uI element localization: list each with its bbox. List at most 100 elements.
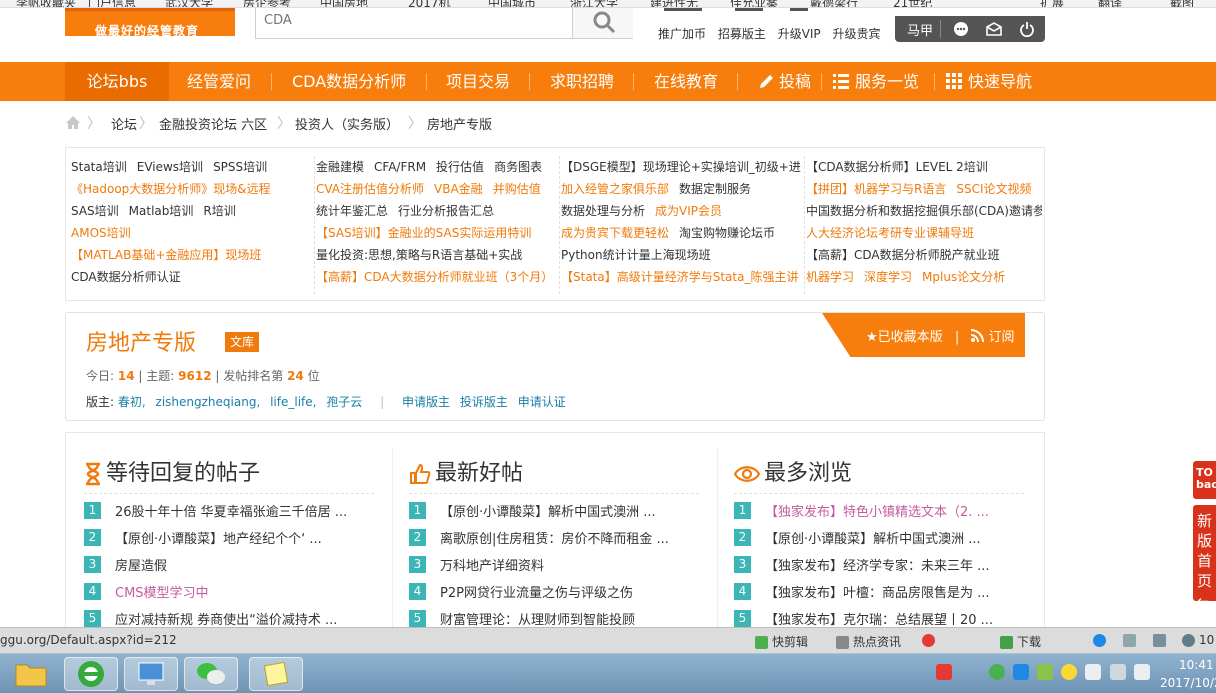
ad-link[interactable]: CFA/FRM — [374, 160, 426, 174]
ad-link[interactable]: CDA数据分析师认证 — [71, 270, 181, 284]
post-title-link[interactable]: 财富管理论：从理财师到智能投顾 — [440, 613, 635, 628]
list-item[interactable]: 2 【原创·小谭酸菜】解析中国式澳洲 ... — [734, 528, 1034, 548]
list-item[interactable]: 5 应对减持新规 券商使出“溢价减持术 ... — [84, 609, 384, 629]
list-item[interactable]: 4 【独家发布】叶檀：商品房限售是为 ... — [734, 582, 1034, 602]
post-title-link[interactable]: 26股十年十倍 华夏幸福张逾三千倍居 ... — [115, 505, 347, 520]
upgrade-vip-link[interactable]: 升级VIP — [778, 27, 821, 41]
sogou-icon[interactable] — [936, 664, 952, 680]
ad-link[interactable]: SSCI论文视频 — [956, 182, 1031, 196]
ad-link[interactable]: SPSS培训 — [213, 160, 267, 174]
control-panel-button[interactable] — [124, 657, 178, 691]
search-button[interactable] — [572, 8, 633, 38]
moderator-link[interactable]: life_life, — [270, 395, 316, 409]
bookmark-item[interactable]: 佳允业案 — [730, 0, 778, 7]
ad-link[interactable]: 成为VIP会员 — [655, 204, 722, 218]
bookmark-item[interactable]: 浙江大学 — [570, 0, 618, 7]
complain-moderator-link[interactable]: 投诉版主 — [460, 395, 508, 409]
post-title-link[interactable]: 房屋造假 — [115, 559, 167, 574]
ad-link[interactable]: 深度学习 — [864, 270, 912, 284]
post-title-link[interactable]: 【独家发布】特色小镇精选文本（2. ... — [765, 505, 989, 520]
list-item[interactable]: 4 P2P网贷行业流量之伤与评级之伤 — [409, 582, 709, 602]
list-item[interactable]: 5 【独家发布】克尔瑞：总结展望丨20 ... — [734, 609, 1034, 629]
bookmark-item[interactable]: 戴德梁行 — [810, 0, 858, 7]
bookmark-item[interactable]: 门户信息 — [88, 0, 136, 7]
ad-link[interactable]: Mplus论文分析 — [922, 270, 1005, 284]
power-icon[interactable] — [1019, 21, 1035, 37]
mail-icon[interactable] — [986, 21, 1002, 37]
bookmark-item[interactable]: 中国城市 — [488, 0, 536, 7]
upgrade-guest-link[interactable]: 升级贵宾 — [833, 27, 881, 41]
post-title-link[interactable]: 【独家发布】克尔瑞：总结展望丨20 ... — [765, 613, 993, 628]
ad-link[interactable]: 【CDA数据分析师】LEVEL 2培训 — [806, 160, 988, 174]
bookmark-item[interactable]: 2017机 — [408, 0, 451, 7]
ad-link[interactable]: Stata培训 — [71, 160, 127, 174]
bookmark-item[interactable]: 翻译 — [1098, 0, 1122, 7]
list-item[interactable]: 1 【原创·小谭酸菜】解析中国式澳洲 ... — [409, 501, 709, 521]
ad-link[interactable]: 【高薪】CDA大数据分析师就业班（3个月） — [316, 270, 553, 284]
bookmark-item[interactable]: 李帆收藏夹 — [16, 0, 76, 7]
clock-time[interactable]: 10:41 — [1179, 658, 1214, 672]
ad-link[interactable]: EViews培训 — [137, 160, 203, 174]
moderator-link[interactable]: zishengzheqiang, — [156, 395, 261, 409]
bookmark-item[interactable]: 截图 — [1170, 0, 1194, 7]
post-title-link[interactable]: 应对减持新规 券商使出“溢价减持术 ... — [115, 613, 337, 628]
window-icon[interactable] — [1123, 633, 1140, 647]
volume-icon[interactable] — [1153, 633, 1170, 647]
wechat-tray-icon[interactable] — [989, 664, 1005, 680]
site-logo[interactable]: 做最好的经管教育 — [65, 8, 235, 38]
post-title-link[interactable]: CMS模型学习中 — [115, 586, 209, 601]
ad-link[interactable]: 【Stata】高级计量经济学与Stata_陈强主讲 — [561, 270, 798, 284]
ad-link[interactable]: 投行估值 — [436, 160, 484, 174]
ad-link[interactable]: 【MATLAB基础+金融应用】现场班 — [71, 248, 261, 262]
download-button[interactable]: 下载 — [1000, 633, 1041, 650]
bookmark-item[interactable]: 武汉大学 — [165, 0, 213, 7]
bookmark-item[interactable]: 房企参考 — [243, 0, 291, 7]
recruit-mod-link[interactable]: 招募版主 — [718, 27, 766, 41]
post-title-link[interactable]: 【独家发布】经济学专家：未来三年 ... — [765, 559, 990, 574]
post-title-link[interactable]: P2P网贷行业流量之伤与评级之伤 — [440, 586, 633, 601]
ad-link[interactable]: 并购估值 — [493, 182, 541, 196]
ad-link[interactable]: CVA注册估值分析师 — [316, 182, 424, 196]
nav-item-cda[interactable]: CDA数据分析师 — [292, 62, 406, 101]
ad-link[interactable]: 《Hadoop大数据分析师》现场&远程 — [71, 182, 271, 196]
nav-item-trade[interactable]: 项目交易 — [446, 62, 510, 101]
usb-icon[interactable] — [1085, 664, 1101, 680]
hot-news-button[interactable]: 热点资讯 — [836, 633, 901, 650]
ad-link[interactable]: 统计年鉴汇总 — [316, 204, 388, 218]
subscribe-button[interactable]: 订阅 — [988, 330, 1014, 345]
nav-item-education[interactable]: 在线教育 — [654, 62, 718, 101]
apply-moderator-link[interactable]: 申请版主 — [402, 395, 450, 409]
ie-icon[interactable] — [1093, 633, 1110, 647]
breadcrumb-forum[interactable]: 论坛 — [111, 114, 137, 133]
nav-item-submit[interactable]: 投稿 — [758, 62, 811, 101]
ad-link[interactable]: 【SAS培训】金融业的SAS实际运用特训 — [316, 226, 531, 240]
library-badge[interactable]: 文库 — [225, 332, 260, 352]
list-item[interactable]: 2 【原创·小谭酸菜】地产经纪个个‘ ... — [84, 528, 384, 548]
file-explorer-button[interactable] — [4, 657, 58, 691]
home-icon[interactable] — [65, 115, 81, 130]
post-title-link[interactable]: 【原创·小谭酸菜】地产经纪个个‘ ... — [115, 532, 322, 547]
nav-item-ask[interactable]: 经管爱问 — [187, 62, 251, 101]
ad-link[interactable]: 中国数据分析和数据挖掘俱乐部(CDA)邀请参 — [806, 204, 1042, 218]
ad-link[interactable]: 【高薪】CDA数据分析师脱产就业班 — [806, 248, 1000, 262]
ad-link[interactable]: 淘宝购物赚论坛币 — [679, 226, 775, 240]
ad-link[interactable]: 数据定制服务 — [679, 182, 751, 196]
ad-link[interactable]: VBA金融 — [434, 182, 483, 196]
ad-link[interactable]: 商务图表 — [494, 160, 542, 174]
ad-link[interactable]: Matlab培训 — [129, 204, 194, 218]
clock-date[interactable]: 2017/10/2 — [1160, 676, 1216, 690]
ad-link[interactable]: R培训 — [203, 204, 235, 218]
notes-button[interactable] — [249, 657, 303, 691]
nav-item-jobs[interactable]: 求职招聘 — [550, 62, 614, 101]
ad-link[interactable]: 【拼团】机器学习与R语言 — [806, 182, 946, 196]
ad-link[interactable]: Python统计计量上海现场班 — [561, 248, 711, 262]
moderator-link[interactable]: 春初, — [118, 395, 146, 409]
ad-link[interactable]: 人大经济论坛考研专业课辅导班 — [806, 226, 974, 240]
moderator-link[interactable]: 孢子云 — [326, 395, 362, 409]
chat-icon[interactable] — [953, 21, 969, 37]
addon-icon[interactable] — [922, 633, 939, 647]
ad-link[interactable]: 金融建模 — [316, 160, 364, 174]
favorite-button[interactable]: 已收藏本版 — [878, 330, 943, 345]
bookmark-item[interactable]: 扩展 — [1040, 0, 1064, 7]
promote-link[interactable]: 推广加币 — [658, 27, 706, 41]
